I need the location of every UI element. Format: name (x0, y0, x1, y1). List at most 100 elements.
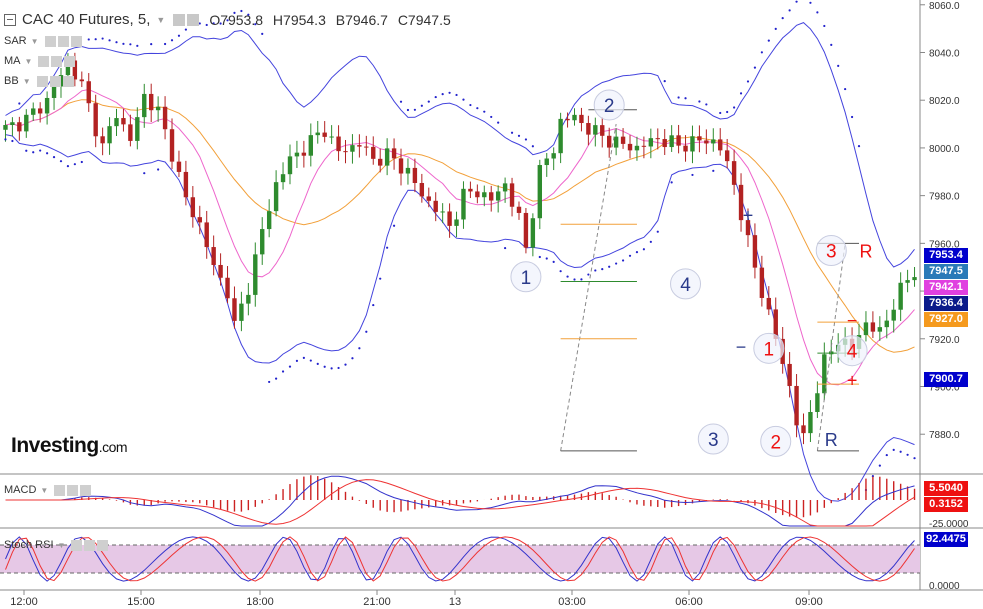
candle-body (759, 267, 765, 298)
indicator-bb[interactable]: BB ▼ (4, 75, 76, 87)
candle-body (357, 145, 362, 147)
chevron-down-icon[interactable]: ▼ (23, 77, 31, 86)
indicator-ma[interactable]: MA ▼ (4, 55, 77, 67)
candle-body (863, 322, 869, 336)
price-badge: 7947.5 (924, 264, 968, 279)
candle-body (391, 148, 397, 159)
y-tick-label: 7920.0 (929, 335, 960, 346)
candle-body (398, 158, 404, 174)
indicator-sar[interactable]: SAR ▼ (4, 35, 84, 47)
sar-dot (663, 79, 666, 83)
stoch-band (0, 545, 920, 573)
sar-dot (739, 92, 743, 95)
sar-dot (129, 43, 132, 46)
sar-dot (268, 380, 271, 384)
visibility-icon[interactable] (71, 539, 83, 551)
sar-dot (157, 168, 160, 171)
indicator-stoch-rsi[interactable]: Stoch RSI ▼ (4, 539, 110, 551)
candle-body (426, 196, 431, 201)
sar-dot (420, 104, 423, 107)
visibility-icon[interactable] (173, 13, 186, 26)
close-icon[interactable] (70, 35, 82, 47)
sar-dot (621, 259, 625, 262)
sar-dot (275, 377, 278, 380)
chart-canvas[interactable]: 8060.08040.08020.08000.07980.07960.07940… (0, 0, 983, 609)
wave-label: 3 (826, 242, 837, 263)
candle-body (627, 143, 633, 151)
settings-icon[interactable] (57, 35, 69, 47)
candle-body (766, 297, 772, 310)
settings-icon[interactable] (187, 13, 200, 26)
wave-label: 3 (708, 430, 719, 451)
chevron-down-icon[interactable]: ▼ (40, 486, 48, 495)
candle-body (433, 200, 438, 212)
close-icon[interactable] (97, 539, 109, 551)
sar-dot (906, 453, 909, 456)
collapse-icon[interactable] (4, 13, 16, 26)
sar-dot (497, 121, 500, 124)
candle-body (620, 136, 626, 144)
sar-dot (705, 103, 708, 106)
sar-dot (469, 103, 472, 107)
candle-body (718, 139, 723, 151)
visibility-icon[interactable] (44, 35, 56, 47)
sar-dot (184, 28, 187, 31)
sar-dot (857, 145, 861, 148)
chevron-down-icon[interactable]: ▼ (156, 15, 165, 25)
open-value: O7953.8 (209, 11, 264, 28)
macd-tick-label: -25.0000 (929, 519, 969, 530)
close-icon[interactable] (62, 75, 74, 87)
close-icon[interactable] (64, 55, 76, 67)
sar-dot (691, 173, 694, 177)
wave-label: − (736, 337, 747, 357)
candle-body (405, 167, 411, 174)
indicator-macd[interactable]: MACD ▼ (4, 484, 93, 496)
y-tick-label: 7880.0 (929, 430, 960, 441)
sar-dot (677, 96, 680, 99)
visibility-icon[interactable] (36, 75, 48, 87)
chevron-down-icon[interactable]: ▼ (31, 37, 39, 46)
candle-body (280, 174, 286, 183)
wave-label: + (847, 370, 858, 390)
sar-dot (66, 165, 70, 168)
sar-dot (601, 268, 604, 271)
visibility-icon[interactable] (54, 484, 66, 496)
sar-dot (504, 246, 507, 250)
sar-dot (413, 108, 416, 111)
settings-icon[interactable] (49, 75, 61, 87)
wave-label: 1 (764, 339, 775, 360)
candle-body (572, 114, 577, 121)
sar-dot (163, 42, 167, 46)
candle-body (384, 148, 390, 166)
wave-label: R (859, 242, 872, 262)
candle-body (516, 206, 522, 213)
candle-body (613, 136, 619, 148)
close-icon[interactable] (80, 484, 92, 496)
sar-dot (115, 41, 118, 44)
settings-icon[interactable] (84, 539, 96, 551)
chevron-down-icon[interactable]: ▼ (25, 57, 33, 66)
indicator-macd-label: MACD (4, 484, 37, 496)
sar-dot (136, 44, 139, 47)
sar-dot (358, 347, 361, 350)
sar-dot (427, 100, 430, 103)
sar-dot (580, 278, 583, 281)
sar-dot (635, 251, 639, 254)
sar-dot (892, 448, 895, 451)
candle-body (100, 136, 105, 144)
settings-icon[interactable] (51, 55, 63, 67)
visibility-icon[interactable] (38, 55, 50, 67)
sar-dot (46, 152, 49, 155)
candle-body (114, 118, 119, 127)
candle-body (364, 146, 369, 148)
y-tick-label: 8000.0 (929, 144, 960, 155)
sar-dot (608, 265, 611, 268)
chevron-down-icon[interactable]: ▼ (58, 541, 66, 550)
sar-dot (545, 257, 548, 260)
y-tick-label: 8040.0 (929, 48, 960, 59)
close-value: C7947.5 (397, 11, 451, 28)
sar-dot (39, 149, 42, 152)
settings-icon[interactable] (67, 484, 79, 496)
candle-body (794, 385, 799, 426)
candle-body (808, 412, 813, 434)
